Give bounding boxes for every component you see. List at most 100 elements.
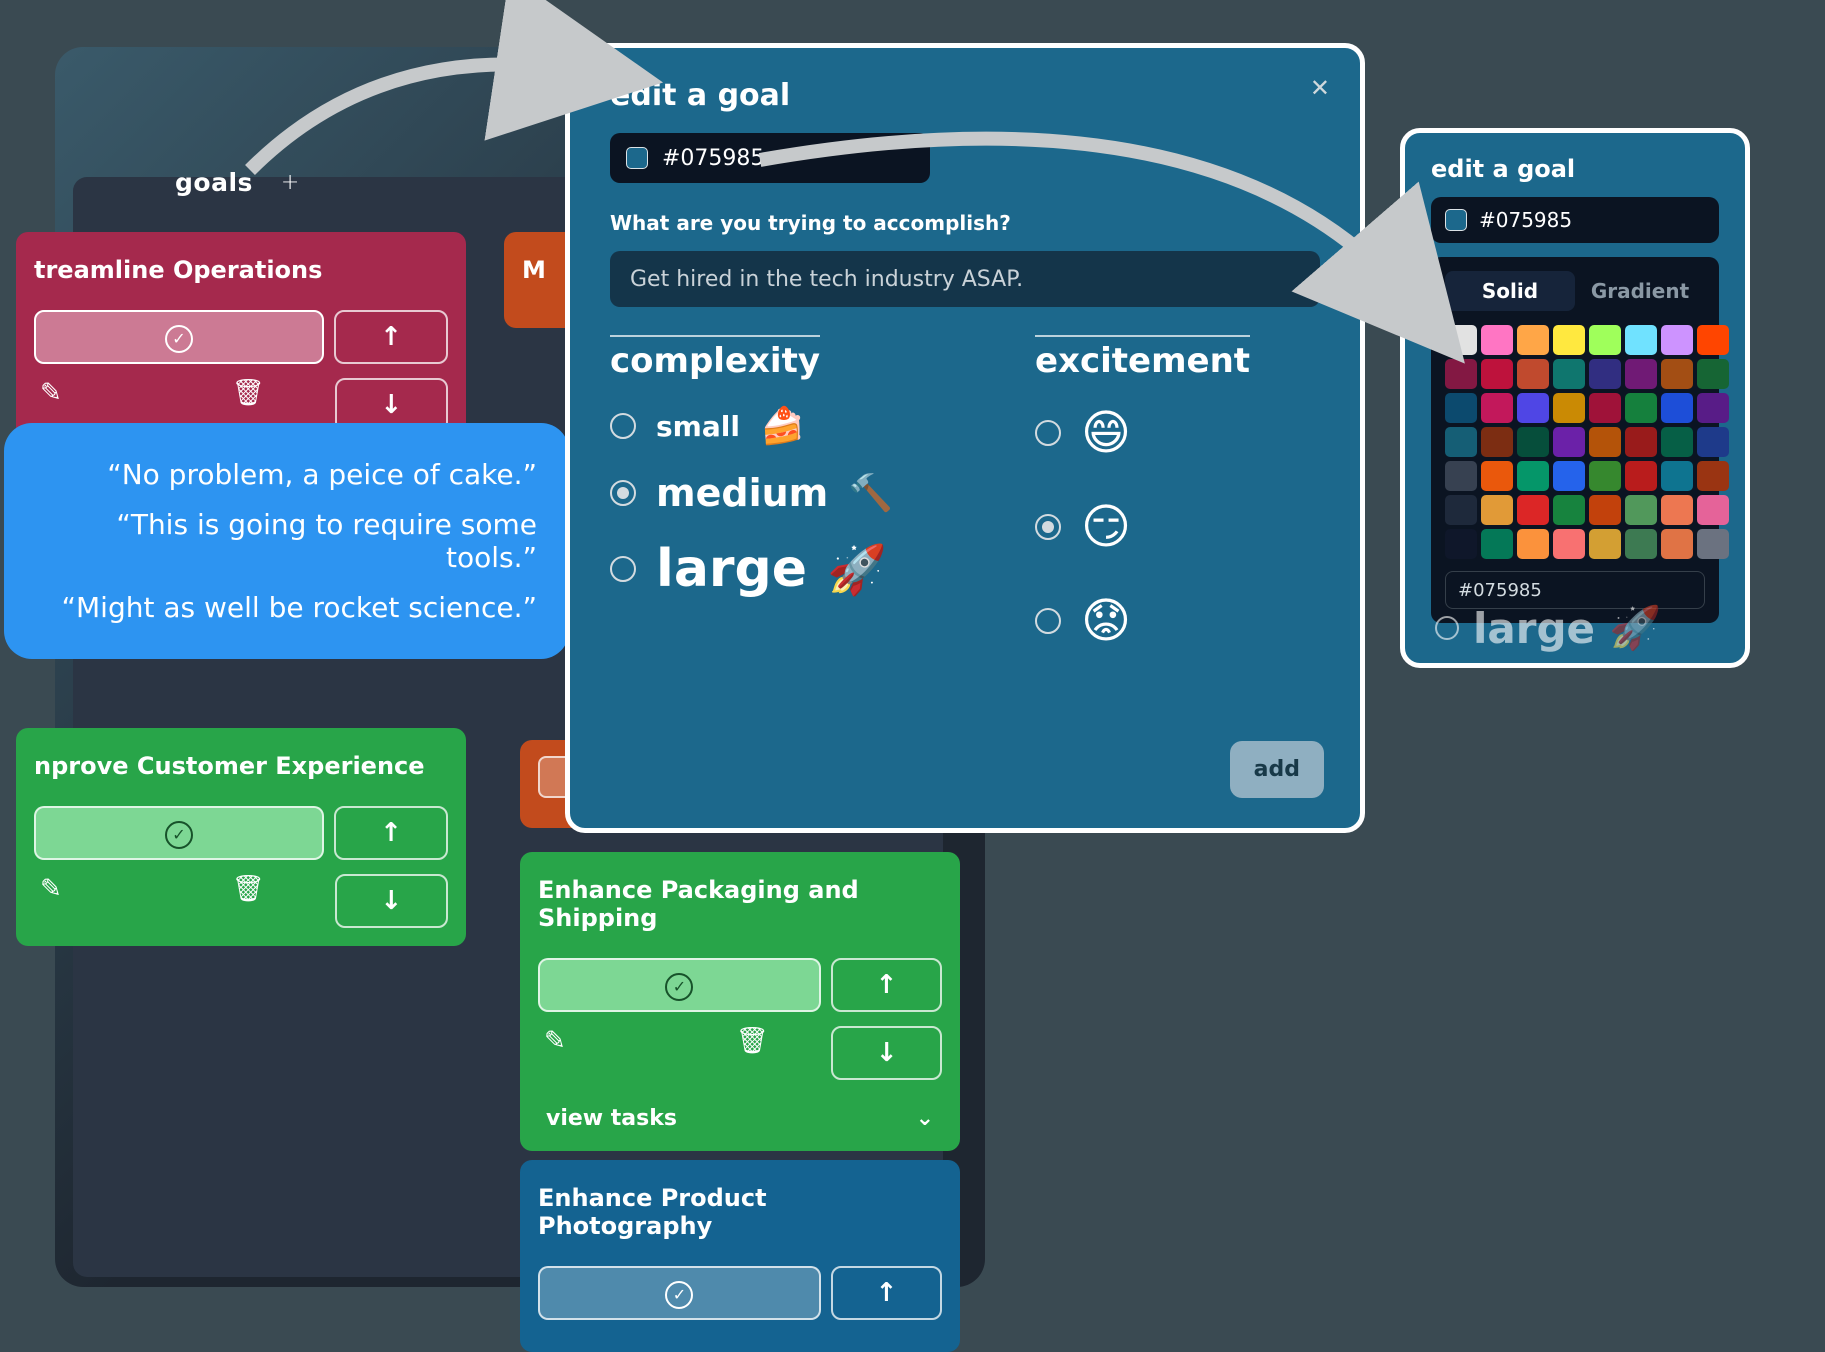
- add-button[interactable]: add: [1230, 741, 1324, 798]
- color-swatch[interactable]: [1589, 529, 1621, 559]
- color-swatch[interactable]: [1625, 427, 1657, 457]
- color-swatch[interactable]: [1481, 393, 1513, 423]
- color-swatch[interactable]: [1481, 359, 1513, 389]
- move-down-button[interactable]: [831, 1026, 942, 1080]
- color-swatch[interactable]: [1445, 393, 1477, 423]
- color-swatch[interactable]: [1481, 529, 1513, 559]
- color-swatch[interactable]: [1661, 529, 1693, 559]
- color-swatch[interactable]: [1697, 427, 1729, 457]
- color-swatch[interactable]: [1661, 461, 1693, 491]
- color-swatch[interactable]: [1445, 325, 1477, 355]
- close-icon[interactable]: ✕: [1310, 74, 1330, 102]
- color-swatch[interactable]: [1661, 393, 1693, 423]
- color-swatch[interactable]: [1589, 495, 1621, 525]
- complexity-column: complexity small 🍰 medium 🔨 large 🚀: [610, 335, 895, 649]
- goal-card-packaging[interactable]: Enhance Packaging and Shipping ✎ 🗑 view …: [520, 852, 960, 1151]
- excitement-option-sad[interactable]: 😟: [1035, 593, 1320, 649]
- move-up-button[interactable]: [334, 310, 448, 364]
- color-swatch[interactable]: [1697, 359, 1729, 389]
- goal-card-streamline[interactable]: treamline Operations ✎ 🗑: [16, 232, 466, 450]
- color-swatch[interactable]: [1481, 325, 1513, 355]
- goal-card-improve-customer[interactable]: nprove Customer Experience ✎ 🗑: [16, 728, 466, 946]
- complete-button[interactable]: [34, 310, 324, 364]
- color-swatch[interactable]: [1697, 529, 1729, 559]
- color-swatch[interactable]: [1553, 359, 1585, 389]
- radio[interactable]: [610, 480, 636, 506]
- color-swatch[interactable]: [1517, 427, 1549, 457]
- color-hex-field[interactable]: #075985: [610, 133, 930, 183]
- radio[interactable]: [610, 556, 636, 582]
- color-swatch[interactable]: [1445, 529, 1477, 559]
- picker-input-value: #075985: [1458, 580, 1542, 601]
- color-swatch[interactable]: [1589, 359, 1621, 389]
- color-swatch[interactable]: [1517, 359, 1549, 389]
- color-swatch[interactable]: [1553, 393, 1585, 423]
- check-icon: [665, 970, 693, 1001]
- complete-button[interactable]: [34, 806, 324, 860]
- complete-button[interactable]: [538, 958, 821, 1012]
- color-swatch[interactable]: [1589, 427, 1621, 457]
- color-swatch[interactable]: [1589, 325, 1621, 355]
- goal-text-input[interactable]: Get hired in the tech industry ASAP.: [610, 251, 1320, 307]
- radio[interactable]: [1035, 514, 1061, 540]
- color-swatch[interactable]: [1445, 461, 1477, 491]
- excitement-option-happy[interactable]: 😄: [1035, 405, 1320, 461]
- color-swatch[interactable]: [1553, 529, 1585, 559]
- color-swatch[interactable]: [1697, 495, 1729, 525]
- excitement-option-smirk[interactable]: 😏: [1035, 499, 1320, 555]
- color-swatch[interactable]: [1445, 427, 1477, 457]
- move-up-button[interactable]: [831, 958, 942, 1012]
- radio[interactable]: [1035, 608, 1061, 634]
- plus-icon[interactable]: +: [281, 170, 300, 195]
- move-down-button[interactable]: [335, 874, 448, 928]
- color-swatch[interactable]: [1625, 393, 1657, 423]
- color-swatch[interactable]: [1553, 495, 1585, 525]
- tab-solid[interactable]: Solid: [1445, 271, 1575, 311]
- trash-icon[interactable]: 🗑: [232, 874, 265, 928]
- color-swatch[interactable]: [1445, 495, 1477, 525]
- color-swatch[interactable]: [1697, 393, 1729, 423]
- option-label: small: [656, 410, 740, 443]
- view-tasks-toggle[interactable]: view tasks ⌄: [538, 1090, 942, 1151]
- goal-card-photography[interactable]: Enhance Product Photography: [520, 1160, 960, 1352]
- tab-gradient[interactable]: Gradient: [1575, 271, 1705, 311]
- color-swatch[interactable]: [1697, 461, 1729, 491]
- color-swatch[interactable]: [1697, 325, 1729, 355]
- radio[interactable]: [1035, 420, 1061, 446]
- color-swatch[interactable]: [1553, 461, 1585, 491]
- color-swatch[interactable]: [1553, 325, 1585, 355]
- move-up-button[interactable]: [334, 806, 448, 860]
- color-swatch[interactable]: [1661, 359, 1693, 389]
- color-swatch[interactable]: [1517, 393, 1549, 423]
- color-swatch[interactable]: [1481, 461, 1513, 491]
- color-swatch[interactable]: [1589, 461, 1621, 491]
- color-swatch[interactable]: [1661, 427, 1693, 457]
- picker-hex-field[interactable]: #075985: [1431, 197, 1719, 243]
- color-swatch[interactable]: [1517, 325, 1549, 355]
- color-swatch[interactable]: [1625, 529, 1657, 559]
- color-swatch[interactable]: [1517, 529, 1549, 559]
- color-swatch[interactable]: [1481, 495, 1513, 525]
- color-swatch[interactable]: [1517, 495, 1549, 525]
- pencil-icon[interactable]: ✎: [544, 1026, 566, 1080]
- color-swatch[interactable]: [1517, 461, 1549, 491]
- up-icon: [875, 1278, 897, 1308]
- color-swatch[interactable]: [1445, 359, 1477, 389]
- color-swatch[interactable]: [1589, 393, 1621, 423]
- complete-button[interactable]: [538, 1266, 821, 1320]
- color-swatch[interactable]: [1625, 325, 1657, 355]
- trash-icon[interactable]: 🗑: [736, 1026, 769, 1080]
- color-swatch[interactable]: [1481, 427, 1513, 457]
- complexity-option-medium[interactable]: medium 🔨: [610, 471, 895, 515]
- radio[interactable]: [610, 413, 636, 439]
- color-swatch[interactable]: [1625, 495, 1657, 525]
- color-swatch[interactable]: [1661, 495, 1693, 525]
- color-swatch[interactable]: [1553, 427, 1585, 457]
- color-swatch[interactable]: [1625, 461, 1657, 491]
- complexity-option-large[interactable]: large 🚀: [610, 539, 895, 599]
- complexity-option-small[interactable]: small 🍰: [610, 405, 895, 447]
- move-up-button[interactable]: [831, 1266, 942, 1320]
- color-swatch[interactable]: [1625, 359, 1657, 389]
- color-swatch[interactable]: [1661, 325, 1693, 355]
- pencil-icon[interactable]: ✎: [40, 874, 62, 928]
